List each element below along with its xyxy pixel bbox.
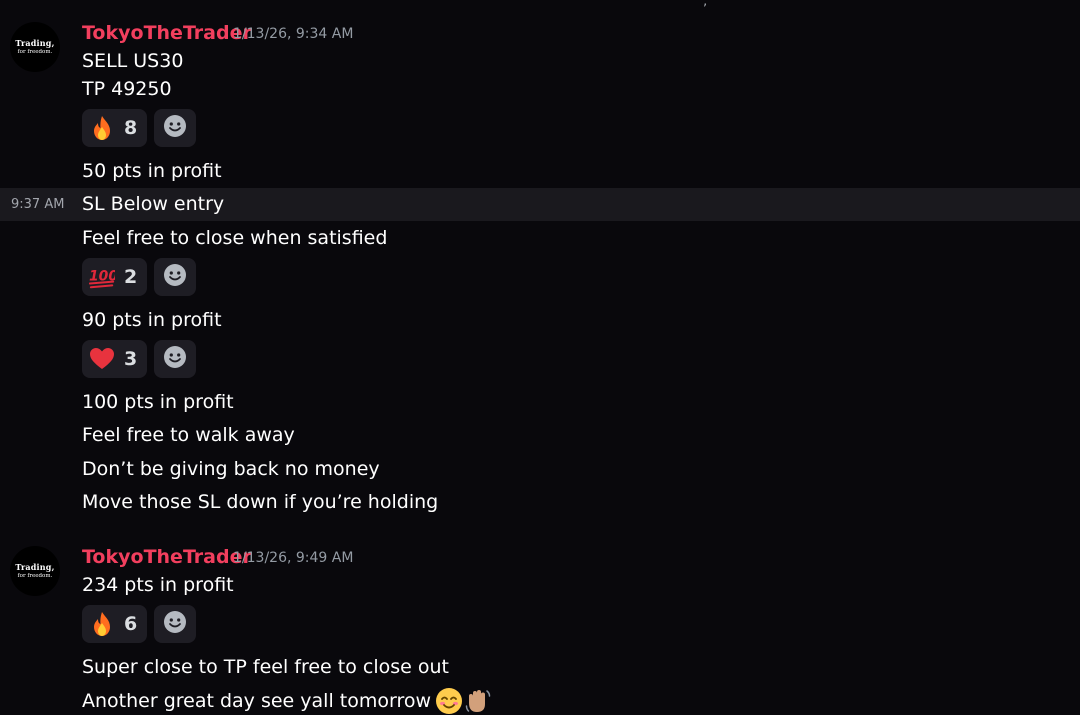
fire-icon [89, 611, 115, 637]
author-name[interactable]: TokyoTheTrader [82, 544, 252, 570]
reaction-count: 3 [124, 348, 138, 370]
add-reaction-button[interactable] [154, 605, 196, 643]
message-text: Feel free to close when satisfied [82, 227, 388, 249]
message-text: Don’t be giving back no money [82, 458, 380, 480]
top-clipped-fragment: ', [700, 0, 708, 8]
smiley-icon [163, 345, 187, 373]
message-line-with-emoji: Another great day see yall tomorrow [82, 687, 492, 715]
hundred-points-icon: 100 [89, 264, 115, 290]
fire-icon [89, 115, 115, 141]
reaction-fire[interactable]: 6 [82, 605, 148, 643]
smiley-icon [163, 610, 187, 638]
waving-hand-icon [464, 687, 492, 715]
message-text: 100 pts in profit [82, 391, 234, 413]
reaction-fire[interactable]: 8 [82, 109, 148, 147]
avatar[interactable]: Trading, for freedom. [10, 546, 60, 596]
smiley-icon [163, 263, 187, 291]
reaction-heart[interactable]: 3 [82, 340, 148, 378]
author-name[interactable]: TokyoTheTrader [82, 20, 252, 46]
avatar-text-line2: for freedom. [17, 49, 53, 55]
add-reaction-button[interactable] [154, 340, 196, 378]
message-text: SELL US30 [82, 50, 184, 72]
avatar-text-line1: Trading, [15, 38, 55, 48]
reaction-count: 2 [124, 266, 138, 288]
red-heart-icon [89, 346, 115, 372]
message-text: SL Below entry [82, 193, 225, 215]
reaction-hundred[interactable]: 100 2 [82, 258, 148, 296]
message-text: 50 pts in profit [82, 160, 222, 182]
reaction-count: 6 [124, 613, 138, 635]
message-text: 234 pts in profit [82, 574, 234, 596]
message-text: TP 49250 [82, 78, 172, 100]
avatar[interactable]: Trading, for freedom. [10, 22, 60, 72]
add-reaction-button[interactable] [154, 109, 196, 147]
add-reaction-button[interactable] [154, 258, 196, 296]
message-text: 90 pts in profit [82, 309, 222, 331]
reaction-count: 8 [124, 117, 138, 139]
avatar-text-line1: Trading, [15, 562, 55, 572]
message-text: Feel free to walk away [82, 424, 295, 446]
message-timestamp[interactable]: 1/13/26, 9:49 AM [233, 545, 353, 571]
message-text: Another great day see yall tomorrow [82, 690, 432, 712]
message-text: Super close to TP feel free to close out [82, 656, 449, 678]
smiling-face-icon [435, 687, 463, 715]
smiley-icon [163, 114, 187, 142]
message-timestamp[interactable]: 1/13/26, 9:34 AM [233, 21, 353, 47]
hover-timestamp[interactable]: 9:37 AM [11, 188, 64, 221]
message-text: Move those SL down if you’re holding [82, 491, 439, 513]
avatar-text-line2: for freedom. [17, 573, 53, 579]
